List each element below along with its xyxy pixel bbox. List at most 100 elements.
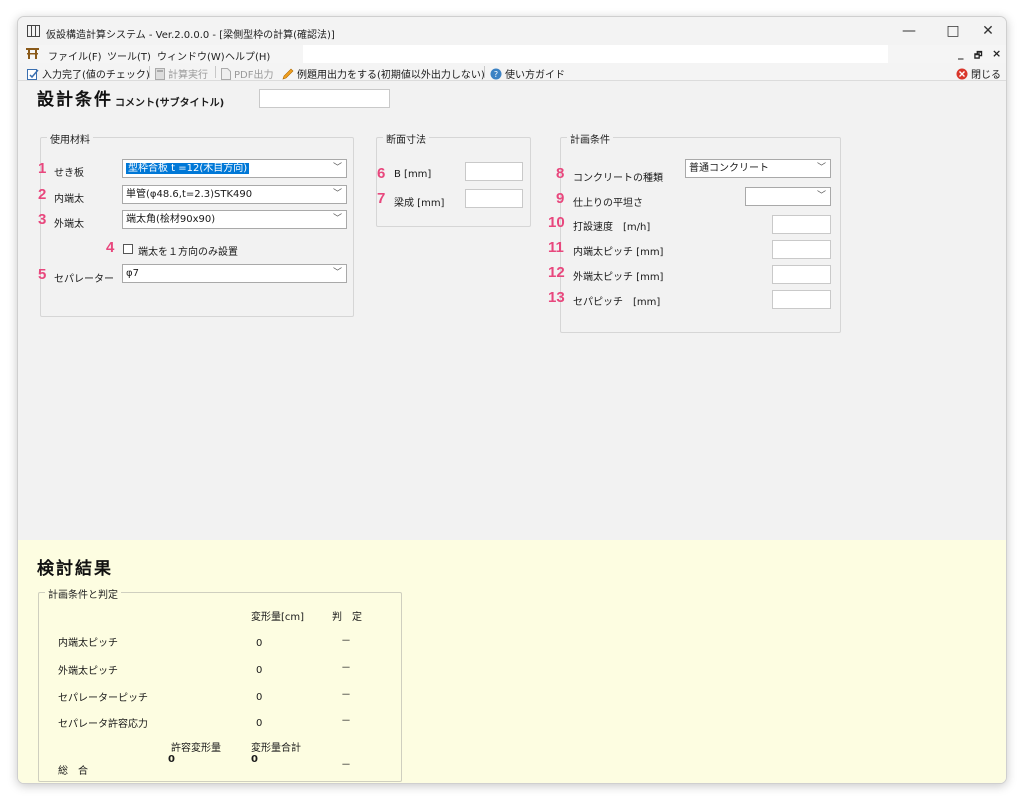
number-badge: 6 [377,165,386,182]
chevron-down-icon: ﹀ [332,214,342,224]
menu-file[interactable]: ファイル(F) [48,48,102,63]
menu-window[interactable]: ウィンドウ(W) [157,48,225,63]
sekiita-select[interactable]: 型枠合板 t =12(木目方向) ﹀ [122,159,347,178]
result-row-value: 0 [256,692,263,703]
deform-header: 変形量[cm] [251,612,305,623]
calculator-icon [155,67,165,80]
number-badge: 4 [106,239,115,256]
mdi-restore-button[interactable]: 🗗 [974,48,982,64]
result-row-judge: － [341,663,351,674]
result-row-judge: － [341,636,351,647]
mdi-close-button[interactable]: × [992,47,1001,60]
results-title: 検討結果 [37,559,113,579]
app-menu-icon[interactable] [26,47,39,62]
result-row-label: セパレータ許容応力 [58,719,148,730]
input-done-label: 入力完了(値のチェック) [42,70,150,81]
pdf-icon [221,67,231,80]
close-form-label: 閉じる [971,70,1001,81]
allow-deform-value: 0 [168,754,175,765]
minimize-button[interactable]: — [887,17,931,45]
comment-input[interactable] [259,89,390,108]
close-window-button[interactable]: ✕ [966,17,1006,45]
flatness-select[interactable]: ﹀ [745,187,831,206]
concrete-label: コンクリートの種類 [573,173,663,184]
help-icon: ? [490,68,502,79]
toolbar-separator [215,66,216,78]
chevron-down-icon: ﹀ [816,163,826,173]
number-badge: 12 [548,264,565,281]
separator-label: セパレーター [54,274,114,285]
menu-strip [303,45,888,63]
menu-help[interactable]: ヘルプ(H) [225,48,270,63]
separator-select[interactable]: φ7 ﹀ [122,264,347,283]
result-row-label: セパレーターピッチ [58,693,148,704]
result-row-judge: － [341,690,351,701]
materials-group-title: 使用材料 [47,131,93,146]
judge-header: 判 定 [332,612,362,623]
mdi-minimize-button[interactable]: _ [958,47,964,60]
b-label: B [mm] [394,169,432,180]
inner-pitch-label: 内端太ピッチ [mm] [573,247,664,258]
sotobata-label: 外端太 [54,219,84,230]
speed-input[interactable] [772,215,831,234]
speed-label: 打設速度 [m/h] [573,222,651,233]
close-circle-icon [956,68,968,79]
total-label: 総 合 [58,766,88,777]
comment-label: コメント(サブタイトル) [115,98,225,109]
chevron-down-icon: ﹀ [332,268,342,278]
h-label: 梁成 [mm] [394,198,445,209]
uchibata-select[interactable]: 単管(φ48.6,t=2.3)STK490 ﹀ [122,185,347,204]
chevron-down-icon: ﹀ [332,163,342,173]
one-direction-label: 端太を１方向のみ設置 [138,247,238,258]
number-badge: 5 [38,266,47,283]
toolbar-separator [484,66,485,78]
window-title: 仮設構造計算システム - Ver.2.0.0.0 - [梁側型枠の計算(確認法)… [46,30,335,41]
inner-pitch-input[interactable] [772,240,831,259]
allow-deform-label: 許容変形量 [171,743,221,754]
svg-text:?: ? [494,70,498,79]
total-judge: － [341,760,351,771]
sep-pitch-label: セパピッチ [mm] [573,297,661,308]
calc-button[interactable]: 計算実行 [155,66,208,81]
result-row-value: 0 [256,665,263,676]
sotobata-select[interactable]: 端太角(桧材90x90) ﹀ [122,210,347,229]
close-form-button[interactable]: 閉じる [956,66,1001,81]
sum-deform-value: 0 [251,754,258,765]
edit-check-icon [27,68,39,80]
b-input[interactable] [465,162,523,181]
title-bar: 仮設構造計算システム - Ver.2.0.0.0 - [梁側型枠の計算(確認法)… [18,17,1006,45]
number-badge: 1 [38,160,47,177]
number-badge: 9 [556,190,565,207]
app-icon [27,25,40,40]
menu-bar: ファイル(F) ツール(T) ウィンドウ(W) ヘルプ(H) _ 🗗 × [18,45,1006,63]
sekiita-label: せき板 [54,168,84,179]
number-badge: 3 [38,211,47,228]
menu-tools[interactable]: ツール(T) [107,48,151,63]
pdf-label: PDF出力 [234,70,274,81]
sep-pitch-input[interactable] [772,290,831,309]
guide-label: 使い方ガイド [505,70,565,81]
h-input[interactable] [465,189,523,208]
flatness-label: 仕上りの平坦さ [573,198,643,209]
result-row-label: 内端太ピッチ [58,638,118,649]
sum-deform-label: 変形量合計 [251,743,301,754]
pencil-icon [282,68,294,79]
results-panel: 検討結果 計画条件と判定 変形量[cm] 判 定 内端太ピッチ 0 － 外端太ピ… [18,540,1006,783]
input-done-button[interactable]: 入力完了(値のチェック) [27,66,150,81]
number-badge: 13 [548,289,565,306]
example-output-button[interactable]: 例題用出力をする(初期値以外出力しない) [282,66,485,81]
number-badge: 7 [377,190,386,207]
toolbar-separator [149,66,150,78]
results-group-title: 計画条件と判定 [45,586,121,601]
result-row-value: 0 [256,718,263,729]
concrete-select[interactable]: 普通コンクリート ﹀ [685,159,831,178]
guide-button[interactable]: ? 使い方ガイド [490,66,565,81]
number-badge: 8 [556,165,565,182]
example-output-label: 例題用出力をする(初期値以外出力しない) [297,70,485,81]
design-form: 設計条件 コメント(サブタイトル) 使用材料 1 せき板 型枠合板 t =12(… [18,82,1006,783]
outer-pitch-input[interactable] [772,265,831,284]
toolbar: 入力完了(値のチェック) 計算実行 PDF出力 例題用出力をする(初期値以外出力… [18,63,1006,81]
pdf-button[interactable]: PDF出力 [221,66,273,81]
plan-group-title: 計画条件 [567,131,613,146]
one-direction-checkbox[interactable] [123,244,133,254]
